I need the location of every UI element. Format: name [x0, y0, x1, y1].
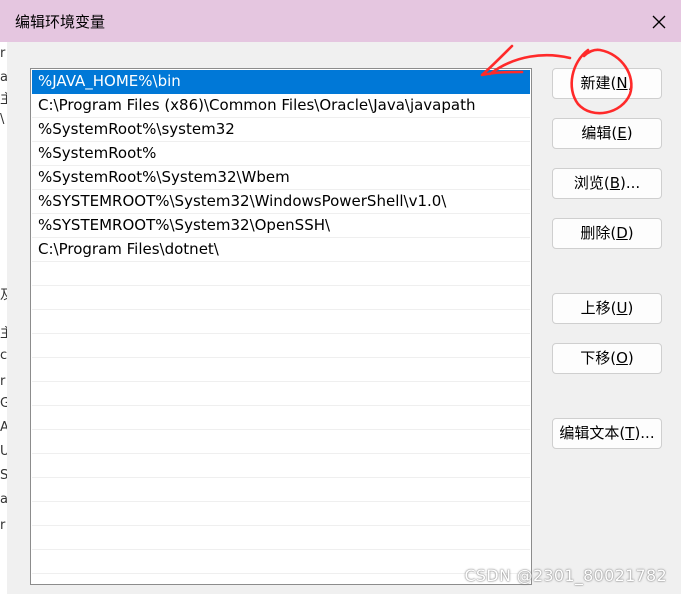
empty-list-row[interactable] — [32, 550, 530, 574]
path-list-item[interactable]: C:\Program Files\dotnet\ — [32, 238, 530, 262]
empty-list-row[interactable] — [32, 310, 530, 334]
background-window-text: 及 — [0, 288, 7, 303]
path-list-item[interactable]: %SystemRoot%\system32 — [32, 118, 530, 142]
move-down-button-label-end: ) — [627, 349, 634, 367]
browse-button-hotkey: B — [609, 174, 620, 192]
new-button-hotkey: N — [616, 74, 628, 92]
path-list-item[interactable]: %SYSTEMROOT%\System32\WindowsPowerShell\… — [32, 190, 530, 214]
new-button-label-end: ) — [627, 74, 634, 92]
empty-list-row[interactable] — [32, 358, 530, 382]
background-window-text: \ — [0, 112, 5, 127]
empty-list-row[interactable] — [32, 262, 530, 286]
empty-list-row[interactable] — [32, 286, 530, 310]
close-button[interactable] — [643, 6, 675, 38]
delete-button-label-end: ) — [627, 224, 634, 242]
empty-list-row[interactable] — [32, 334, 530, 358]
browse-button-label: 浏览( — [573, 174, 610, 192]
background-window-text: 主 — [0, 326, 7, 341]
background-window-text: a — [0, 70, 7, 85]
background-window-edge: 生ra主\及主crGAUSar — [0, 42, 7, 594]
empty-list-row[interactable] — [32, 406, 530, 430]
empty-list-row[interactable] — [32, 382, 530, 406]
move-down-button[interactable]: 下移(O) — [552, 343, 662, 374]
empty-list-row[interactable] — [32, 526, 530, 550]
dialog-title: 编辑环境变量 — [15, 13, 106, 31]
empty-list-row[interactable] — [32, 454, 530, 478]
delete-button-hotkey: D — [616, 224, 628, 242]
edit-text-button-label-end: )... — [634, 424, 655, 442]
background-window-text: r — [0, 374, 6, 389]
background-window-text: 主 — [0, 92, 7, 107]
background-window-text: c — [0, 348, 7, 363]
move-down-button-hotkey: O — [616, 349, 628, 367]
new-button[interactable]: 新建(N) — [552, 68, 662, 99]
delete-button-label: 删除( — [580, 224, 617, 242]
empty-list-row[interactable] — [32, 478, 530, 502]
browse-button-label-end: )... — [620, 174, 641, 192]
background-window-text: A — [0, 420, 7, 435]
path-list-item[interactable]: %SYSTEMROOT%\System32\OpenSSH\ — [32, 214, 530, 238]
path-list-item[interactable]: %SystemRoot% — [32, 142, 530, 166]
path-listbox[interactable]: %JAVA_HOME%\bin C:\Program Files (x86)\Co… — [30, 68, 532, 585]
edit-button-hotkey: E — [617, 124, 627, 142]
path-list-item[interactable]: %JAVA_HOME%\bin — [32, 70, 530, 94]
background-window-text: G — [0, 396, 7, 411]
move-up-button[interactable]: 上移(U) — [552, 293, 662, 324]
edit-button[interactable]: 编辑(E) — [552, 118, 662, 149]
move-up-button-label: 上移( — [580, 299, 617, 317]
move-up-button-hotkey: U — [616, 299, 628, 317]
edit-text-button-label: 编辑文本( — [559, 424, 626, 442]
background-window-text: r — [0, 46, 6, 61]
edit-text-button[interactable]: 编辑文本(T)... — [552, 418, 662, 449]
background-window-text: U — [0, 444, 7, 459]
path-list-item[interactable]: C:\Program Files (x86)\Common Files\Orac… — [32, 94, 530, 118]
delete-button[interactable]: 删除(D) — [552, 218, 662, 249]
close-icon — [652, 15, 666, 29]
move-down-button-label: 下移( — [580, 349, 617, 367]
background-window-text: r — [0, 518, 6, 533]
background-window-text: a — [0, 492, 7, 507]
path-list-item[interactable]: %SystemRoot%\System32\Wbem — [32, 166, 530, 190]
empty-list-row[interactable] — [32, 430, 530, 454]
title-bar: 编辑环境变量 — [0, 0, 681, 42]
background-window-text: S — [0, 468, 7, 483]
new-button-label: 新建( — [580, 74, 617, 92]
browse-button[interactable]: 浏览(B)... — [552, 168, 662, 199]
edit-button-label-end: ) — [626, 124, 633, 142]
watermark: CSDN @2301_80021782 — [464, 566, 667, 585]
move-up-button-label-end: ) — [627, 299, 634, 317]
empty-list-row[interactable] — [32, 502, 530, 526]
edit-button-label: 编辑( — [581, 124, 618, 142]
